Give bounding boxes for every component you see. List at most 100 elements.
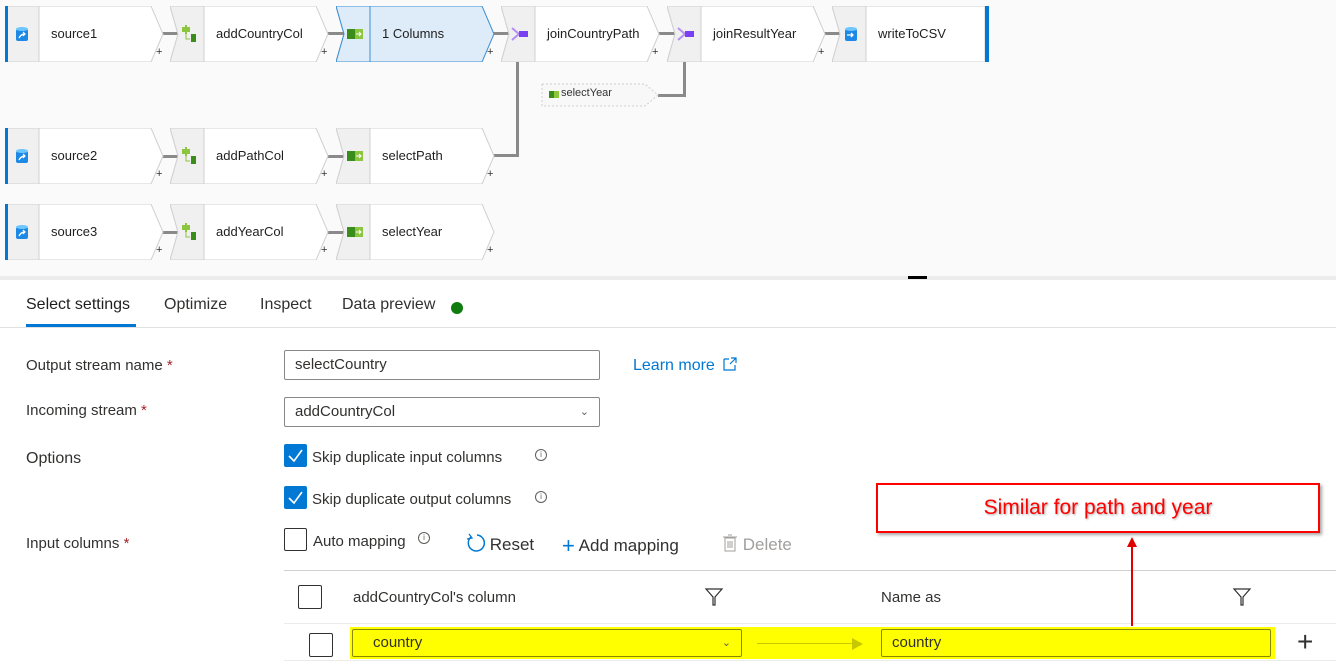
add-transform-icon[interactable]: + — [652, 46, 658, 58]
reference-node-selectYear[interactable]: selectYear — [541, 83, 661, 107]
incoming-stream-label-text: Incoming stream — [26, 402, 137, 419]
node-label: addPathCol — [216, 148, 284, 163]
tab-inspect[interactable]: Inspect — [260, 296, 312, 314]
data-flow-canvas[interactable]: source1 + addCountryCol + 1 Columns + jo… — [0, 0, 1336, 276]
database-sink-icon — [834, 6, 868, 62]
grid-divider — [284, 623, 1336, 624]
incoming-stream-dropdown[interactable]: addCountryCol ⌄ — [284, 397, 600, 427]
node-addCountryCol[interactable]: addCountryCol + — [170, 6, 338, 62]
tab-optimize[interactable]: Optimize — [164, 296, 227, 314]
node-label: source3 — [51, 224, 98, 239]
node-selectCountry[interactable]: 1 Columns + — [336, 6, 504, 62]
input-columns-label-text: Input columns — [26, 535, 120, 552]
active-tab-indicator — [26, 324, 136, 327]
data-preview-status-icon — [451, 302, 463, 314]
name-as-header: Name as — [881, 589, 942, 606]
name-as-value: country — [892, 634, 942, 651]
add-row-icon[interactable]: + — [1297, 626, 1313, 658]
grid-divider — [284, 570, 1336, 571]
select-all-checkbox[interactable] — [298, 585, 322, 609]
learn-more-text: Learn more — [633, 357, 715, 374]
database-source-icon — [5, 6, 39, 62]
filter-icon[interactable] — [704, 587, 724, 607]
derived-column-icon — [172, 6, 206, 62]
output-stream-label: Output stream name * — [26, 357, 173, 374]
grid-divider — [284, 660, 1336, 661]
add-transform-icon[interactable]: + — [487, 168, 493, 180]
node-joinResultYear[interactable]: joinResultYear + — [667, 6, 835, 62]
incoming-stream-value: addCountryCol — [295, 403, 396, 420]
node-addYearCol[interactable]: addYearCol + — [170, 204, 338, 260]
info-icon[interactable]: i — [418, 532, 430, 544]
auto-mapping-checkbox[interactable] — [284, 528, 307, 551]
add-transform-icon[interactable]: + — [156, 46, 162, 58]
trash-icon — [723, 534, 737, 552]
source-column-dropdown[interactable]: country ⌄ — [352, 629, 742, 657]
add-mapping-button[interactable]: + Add mapping — [562, 533, 679, 559]
annotation-text: Similar for path and year — [983, 496, 1213, 519]
connector — [516, 62, 519, 157]
connector — [683, 62, 686, 97]
add-transform-icon[interactable]: + — [487, 244, 493, 256]
node-label: addCountryCol — [216, 26, 303, 41]
skip-duplicate-input-checkbox[interactable] — [284, 444, 307, 467]
node-label: selectYear — [382, 224, 443, 239]
reset-label: Reset — [489, 535, 535, 554]
connector — [658, 94, 686, 97]
add-transform-icon[interactable]: + — [487, 46, 493, 58]
node-writeToCSV[interactable]: writeToCSV — [832, 6, 1000, 62]
info-icon[interactable]: i — [535, 449, 547, 461]
row-checkbox[interactable] — [309, 633, 333, 657]
derived-column-icon — [172, 204, 206, 260]
output-stream-name-input[interactable]: selectCountry — [284, 350, 600, 380]
add-transform-icon[interactable]: + — [156, 244, 162, 256]
add-transform-icon[interactable]: + — [321, 168, 327, 180]
annotation-arrow-head-icon — [1127, 537, 1137, 547]
node-addPathCol[interactable]: addPathCol + — [170, 128, 338, 184]
reference-node-label: selectYear — [561, 87, 612, 99]
learn-more-link[interactable]: Learn more — [633, 356, 738, 375]
add-transform-icon[interactable]: + — [156, 168, 162, 180]
splitter-handle[interactable] — [908, 276, 927, 279]
select-icon — [549, 91, 559, 98]
node-label: joinResultYear — [713, 26, 797, 41]
options-label: Options — [26, 450, 82, 467]
node-label: addYearCol — [216, 224, 284, 239]
skip-duplicate-output-checkbox[interactable] — [284, 486, 307, 509]
source-column-value: country — [373, 634, 423, 651]
add-transform-icon[interactable]: + — [818, 46, 824, 58]
node-source3[interactable]: source3 + — [5, 204, 173, 260]
reset-button[interactable]: Reset — [465, 533, 534, 555]
join-icon — [503, 6, 537, 62]
derived-column-icon — [172, 128, 206, 184]
node-selectPath[interactable]: selectPath + — [336, 128, 504, 184]
tab-select-settings[interactable]: Select settings — [26, 296, 130, 314]
name-as-input[interactable]: country — [881, 629, 1271, 657]
filter-icon[interactable] — [1232, 587, 1252, 607]
delete-label: Delete — [742, 535, 792, 554]
node-selectYear[interactable]: selectYear + — [336, 204, 504, 260]
source-column-header: addCountryCol's column — [353, 589, 516, 606]
info-icon[interactable]: i — [535, 491, 547, 503]
delete-button[interactable]: Delete — [722, 533, 792, 555]
node-label: selectPath — [382, 148, 443, 163]
input-columns-label: Input columns * — [26, 535, 129, 552]
settings-tabs: Select settings Optimize Inspect Data pr… — [0, 280, 1336, 328]
plus-icon: + — [562, 533, 575, 558]
select-icon — [338, 6, 372, 62]
output-stream-label-text: Output stream name — [26, 357, 163, 374]
add-transform-icon[interactable]: + — [321, 244, 327, 256]
required-marker: * — [123, 535, 130, 552]
node-source1[interactable]: source1 + — [5, 6, 173, 62]
node-joinCountryPath[interactable]: joinCountryPath + — [501, 6, 669, 62]
tab-data-preview[interactable]: Data preview — [342, 296, 435, 314]
add-transform-icon[interactable]: + — [321, 46, 327, 58]
node-label: joinCountryPath — [547, 26, 640, 41]
annotation-arrow-line — [1131, 544, 1133, 626]
node-label: source1 — [51, 26, 98, 41]
checkmark-icon — [288, 449, 303, 463]
node-source2[interactable]: source2 + — [5, 128, 173, 184]
reset-icon — [466, 533, 486, 552]
auto-mapping-label: Auto mapping — [313, 533, 406, 550]
database-source-icon — [5, 128, 39, 184]
